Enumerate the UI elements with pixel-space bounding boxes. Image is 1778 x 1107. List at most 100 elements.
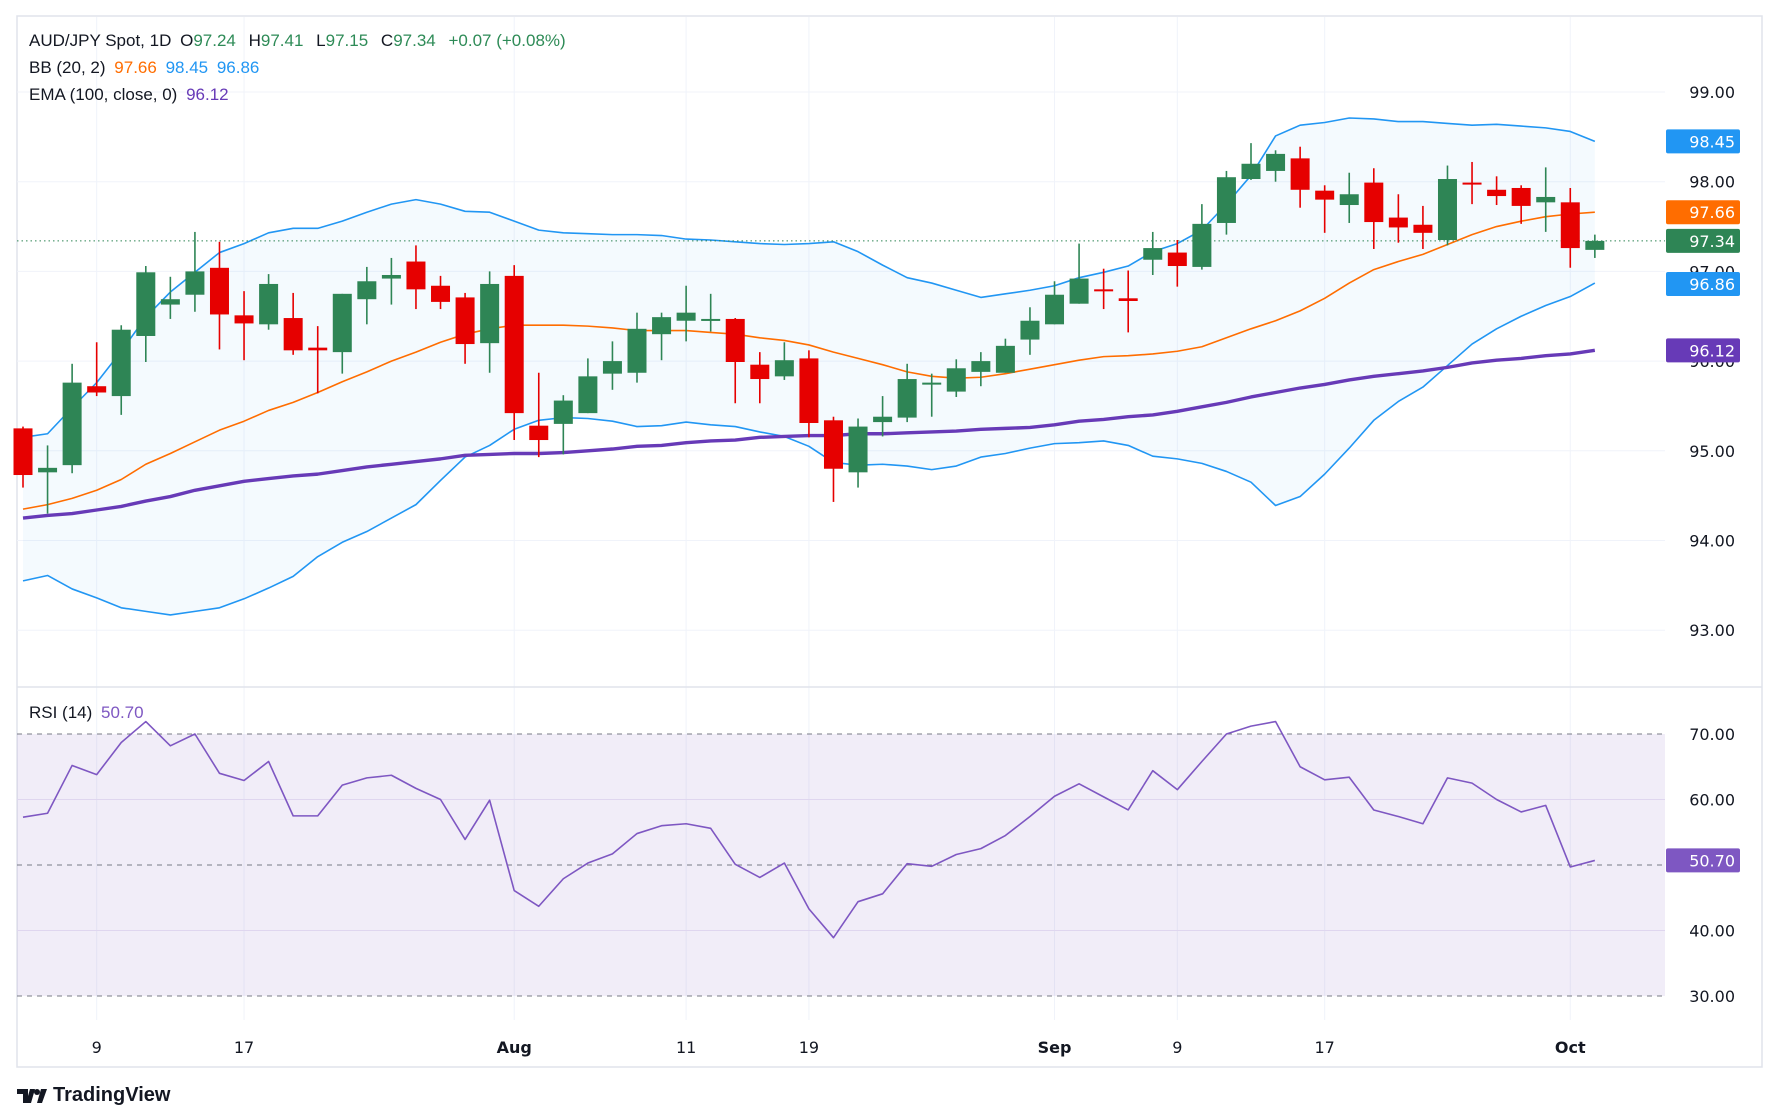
candle-body — [1020, 320, 1040, 340]
candle-body — [774, 360, 794, 377]
candle-body — [750, 364, 770, 380]
candle-body — [995, 345, 1015, 373]
time-tick-label: Oct — [1555, 1038, 1586, 1057]
candle-body — [1266, 153, 1286, 171]
candle-body — [799, 358, 819, 423]
candle-body — [897, 379, 917, 418]
candle-body — [946, 368, 966, 392]
time-tick-label: Sep — [1038, 1038, 1072, 1057]
price-tag: 97.34 — [1666, 228, 1740, 253]
candle-body — [357, 281, 377, 300]
low-readout: L97.15 — [316, 31, 372, 50]
price-tag: 96.12 — [1666, 338, 1740, 363]
candle-body — [1216, 177, 1236, 223]
change-value: +0.07 (+0.08%) — [448, 31, 566, 50]
price-tag: 98.45 — [1666, 129, 1740, 154]
candle-body — [1167, 252, 1187, 267]
price-tag-text: 96.12 — [1689, 341, 1735, 360]
close-value: 97.34 — [393, 31, 436, 50]
open-readout: O97.24 — [180, 31, 240, 50]
price-tag-text: 96.86 — [1689, 275, 1735, 294]
candle-body — [627, 328, 647, 373]
candle-body — [1437, 179, 1457, 241]
open-label: O — [180, 31, 194, 50]
candle-body — [455, 297, 475, 345]
candle-body — [1069, 278, 1089, 304]
candle-body — [1290, 158, 1310, 190]
close-label: C — [380, 31, 394, 50]
symbol-title: AUD/JPY Spot, 1D — [29, 31, 172, 50]
rsi-tag-text: 50.70 — [1689, 851, 1735, 870]
rsi-label: RSI (14) — [29, 703, 93, 722]
candle-body — [529, 425, 549, 441]
time-tick-label: 17 — [1315, 1038, 1335, 1057]
candle-body — [381, 274, 401, 279]
candle-body — [1388, 217, 1408, 228]
time-tick-label: Aug — [497, 1038, 532, 1057]
rsi-pane[interactable] — [17, 720, 1665, 997]
candle-body — [701, 318, 721, 321]
time-tick-label: 19 — [799, 1038, 819, 1057]
close-readout: C97.34 — [381, 31, 440, 50]
candle-body — [160, 299, 180, 305]
candle-body — [136, 272, 156, 336]
ema-value: 96.12 — [186, 85, 229, 104]
candle-body — [725, 318, 745, 362]
bb-lower-value: 96.86 — [216, 58, 260, 77]
price-tag-text: 97.34 — [1689, 232, 1735, 251]
bb-upper-value: 98.45 — [165, 58, 209, 77]
brand-name: TradingView — [53, 1084, 171, 1106]
candle-body — [652, 317, 672, 335]
candle-body — [308, 347, 328, 351]
candle-body — [1192, 223, 1212, 267]
price-tag: 97.66 — [1666, 200, 1740, 225]
candle-body — [971, 361, 991, 372]
rsi-tick-label: 70.00 — [1689, 725, 1735, 744]
time-tick-label: 17 — [234, 1038, 254, 1057]
candle-body — [922, 382, 942, 385]
high-readout: H97.41 — [249, 31, 308, 50]
candle-body — [1364, 182, 1384, 223]
time-tick-label: 9 — [1172, 1038, 1182, 1057]
open-value: 97.24 — [193, 31, 236, 50]
high-value: 97.41 — [260, 31, 304, 50]
candle-body — [480, 283, 500, 344]
candle-body — [1094, 289, 1114, 292]
candle-body — [1118, 298, 1138, 302]
candle-body — [87, 386, 107, 393]
low-value: 97.15 — [325, 31, 369, 50]
tradingview-logo-icon — [17, 1088, 47, 1103]
rsi-tick-label: 30.00 — [1689, 987, 1735, 1006]
bb-legend: BB (20, 2) 97.66 98.45 96.86 — [29, 58, 263, 78]
candle-body — [283, 318, 303, 351]
rsi-tag: 50.70 — [1666, 848, 1740, 873]
candle-body — [873, 416, 893, 423]
candle-body — [38, 467, 58, 473]
candle-body — [823, 420, 843, 469]
tradingview-logo[interactable]: TradingView — [17, 1084, 170, 1107]
candle-body — [578, 376, 598, 414]
candle-body — [1413, 224, 1433, 233]
candle-body — [234, 315, 254, 324]
high-label: H — [248, 31, 261, 50]
candle-body — [1511, 187, 1531, 206]
ema-label: EMA (100, close, 0) — [29, 85, 178, 104]
rsi-legend: RSI (14) 50.70 — [29, 703, 148, 723]
candle-body — [848, 426, 868, 473]
bb-label: BB (20, 2) — [29, 58, 106, 77]
price-tag: 96.86 — [1666, 271, 1740, 296]
candle-body — [1339, 194, 1359, 206]
price-tag-text: 98.45 — [1689, 132, 1735, 151]
time-tick-label: 9 — [92, 1038, 102, 1057]
symbol-legend: AUD/JPY Spot, 1D O97.24 H97.41 L97.15 C9… — [29, 31, 570, 51]
price-tick-label: 99.00 — [1689, 83, 1735, 102]
candle-body — [1241, 163, 1261, 180]
chart-canvas[interactable]: 99.0098.0097.0096.0095.0094.0093.0070.00… — [0, 0, 1778, 1099]
candle-body — [1487, 189, 1507, 197]
candle-body — [1462, 182, 1482, 185]
rsi-tick-label: 60.00 — [1689, 791, 1735, 810]
price-tick-label: 95.00 — [1689, 442, 1735, 461]
candle-body — [431, 285, 451, 302]
candle-body — [504, 275, 524, 414]
candle-body — [332, 293, 352, 353]
